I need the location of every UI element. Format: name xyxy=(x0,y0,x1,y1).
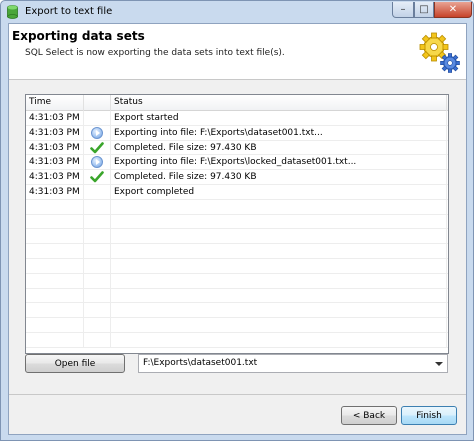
dialog-client-area: Exporting data sets SQL Select is now ex… xyxy=(8,23,467,435)
log-time: 4:31:03 PM xyxy=(26,140,84,155)
page-title: Exporting data sets xyxy=(12,29,145,43)
file-path-combobox[interactable]: F:\Exports\dataset001.txt xyxy=(138,354,448,373)
title-bar[interactable]: Export to text file – □ ✕ xyxy=(1,1,473,23)
log-icon-cell xyxy=(84,288,111,303)
log-status xyxy=(111,199,447,214)
log-status: Exporting into file: F:\Exports\locked_d… xyxy=(111,155,447,170)
log-time: 4:31:03 PM xyxy=(26,111,84,125)
log-time xyxy=(26,332,84,347)
close-button[interactable]: ✕ xyxy=(434,2,472,18)
log-row[interactable] xyxy=(26,229,448,245)
log-icon-cell xyxy=(84,199,111,214)
file-path-value: F:\Exports\dataset001.txt xyxy=(143,358,258,368)
log-row[interactable]: 4:31:03 PM Export started xyxy=(26,111,448,126)
log-row[interactable] xyxy=(26,273,448,289)
info-arrow-icon xyxy=(91,156,103,169)
log-row[interactable] xyxy=(26,214,448,230)
log-row[interactable]: 4:31:03 PM Completed. File size: 97.430 K… xyxy=(26,170,448,185)
log-icon-cell xyxy=(84,332,111,347)
minimize-button[interactable]: – xyxy=(392,2,414,18)
log-status xyxy=(111,229,447,244)
checkmark-icon xyxy=(90,141,104,153)
log-rows: 4:31:03 PM Export started 4:31:03 PM Export… xyxy=(26,111,448,348)
log-row[interactable] xyxy=(26,199,448,215)
open-file-button[interactable]: Open file xyxy=(25,354,125,373)
column-header-icon[interactable] xyxy=(84,95,111,111)
log-icon-cell xyxy=(84,140,111,155)
log-status: Export completed xyxy=(111,184,447,199)
log-row[interactable]: 4:31:03 PM Completed. File size: 97.430 K… xyxy=(26,140,448,156)
log-status: Exporting into file: F:\Exports\dataset0… xyxy=(111,125,447,140)
back-button[interactable]: < Back xyxy=(341,406,397,425)
column-header-status[interactable]: Status xyxy=(111,95,447,111)
log-status xyxy=(111,318,447,333)
log-icon-cell xyxy=(84,244,111,259)
log-time: 4:31:03 PM xyxy=(26,170,84,185)
log-row[interactable] xyxy=(26,318,448,333)
log-time: 4:31:03 PM xyxy=(26,155,84,170)
log-status xyxy=(111,332,447,347)
log-time xyxy=(26,244,84,259)
column-header-time[interactable]: Time xyxy=(26,95,84,111)
log-time: 4:31:03 PM xyxy=(26,184,84,199)
log-icon-cell xyxy=(84,214,111,229)
log-row[interactable] xyxy=(26,332,448,348)
log-row[interactable] xyxy=(26,244,448,259)
log-status xyxy=(111,244,447,259)
log-time xyxy=(26,273,84,288)
maximize-button[interactable]: □ xyxy=(414,2,434,18)
log-row[interactable] xyxy=(26,258,448,274)
info-arrow-icon xyxy=(91,126,103,139)
export-log-list[interactable]: Time Status 4:31:03 PM Export started 4:31… xyxy=(25,94,449,354)
log-icon-cell xyxy=(84,318,111,333)
log-status xyxy=(111,303,447,318)
log-status xyxy=(111,258,447,273)
log-time xyxy=(26,303,84,318)
log-status: Completed. File size: 97.430 KB xyxy=(111,170,447,185)
gears-icon xyxy=(419,32,460,73)
log-row[interactable] xyxy=(26,303,448,319)
database-icon xyxy=(7,5,18,19)
log-icon-cell xyxy=(84,170,111,185)
log-icon-cell xyxy=(84,184,111,199)
log-status: Completed. File size: 97.430 KB xyxy=(111,140,447,155)
wizard-header: Exporting data sets SQL Select is now ex… xyxy=(9,24,466,80)
log-time xyxy=(26,318,84,333)
log-time xyxy=(26,258,84,273)
log-time: 4:31:03 PM xyxy=(26,125,84,140)
log-row[interactable]: 4:31:03 PM Export completed xyxy=(26,184,448,200)
page-subtitle: SQL Select is now exporting the data set… xyxy=(25,48,285,58)
log-status xyxy=(111,288,447,303)
log-icon-cell xyxy=(84,273,111,288)
log-time xyxy=(26,229,84,244)
log-status xyxy=(111,273,447,288)
log-icon-cell xyxy=(84,229,111,244)
footer-separator xyxy=(9,394,466,395)
window-title: Export to text file xyxy=(25,6,113,17)
log-row[interactable]: 4:31:03 PM Exporting into file: F:\Export… xyxy=(26,125,448,141)
dropdown-arrow-icon[interactable] xyxy=(431,355,447,372)
finish-button[interactable]: Finish xyxy=(401,406,457,425)
log-row[interactable] xyxy=(26,288,448,304)
log-row[interactable]: 4:31:03 PM Exporting into file: F:\Export… xyxy=(26,155,448,171)
log-icon-cell xyxy=(84,111,111,125)
checkmark-icon xyxy=(90,171,104,183)
list-header: Time Status xyxy=(26,95,448,111)
log-time xyxy=(26,214,84,229)
log-icon-cell xyxy=(84,303,111,318)
log-time xyxy=(26,288,84,303)
log-icon-cell xyxy=(84,258,111,273)
log-status xyxy=(111,214,447,229)
log-icon-cell xyxy=(84,125,111,140)
log-status: Export started xyxy=(111,111,447,125)
export-dialog-window: Export to text file – □ ✕ Exporting data… xyxy=(0,0,474,441)
log-icon-cell xyxy=(84,155,111,170)
log-time xyxy=(26,199,84,214)
